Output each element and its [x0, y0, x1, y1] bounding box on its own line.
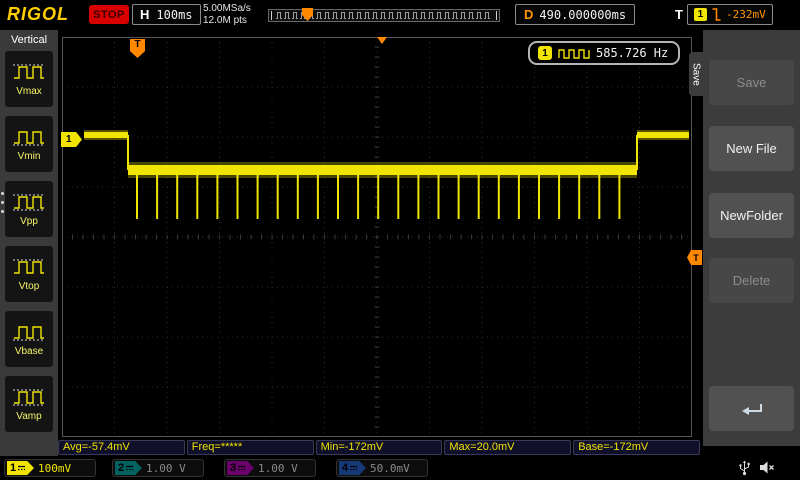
oscilloscope-screen: RIGOL STOP H 100ms 5.00MSa/s 12.0M pts D…: [0, 0, 800, 480]
top-status-bar: RIGOL STOP H 100ms 5.00MSa/s 12.0M pts D…: [0, 0, 800, 30]
channel1-badge: 1: [7, 461, 34, 475]
delay-readout: D 490.000000ms: [515, 4, 636, 25]
channel2-badge: 2: [115, 461, 142, 475]
trigger-info-box: 1 -232mV: [686, 4, 773, 25]
sidebar-item-vmin[interactable]: Vmin: [5, 116, 53, 172]
h-label: H: [140, 7, 150, 22]
waveform-display: [62, 37, 692, 437]
horizontal-position-scrollbar[interactable]: [268, 8, 500, 23]
dc-coupling-icon: [18, 465, 26, 471]
vtop-icon: [13, 259, 45, 274]
memory-depth: 12.0M pts: [203, 15, 247, 26]
trigger-readout: T 1 -232mV: [675, 4, 773, 25]
channel4-badge: 4: [339, 461, 366, 475]
freq-counter-value: 585.726 Hz: [596, 46, 669, 60]
measurement-max: Max=20.0mV: [444, 440, 572, 455]
rigol-logo: RIGOL: [7, 4, 69, 24]
vamp-icon: [13, 389, 45, 406]
measurement-min: Min=-172mV: [315, 440, 443, 455]
measurement-avg: Avg=-57.4mV: [58, 440, 185, 455]
sidebar-item-vpp[interactable]: Vpp: [5, 181, 53, 237]
run-state-badge: STOP: [89, 5, 129, 24]
sidebar-item-vamp[interactable]: Vamp: [5, 376, 53, 432]
usb-icon: [739, 460, 750, 476]
measurement-freq: Freq=*****: [186, 440, 314, 455]
trigger-source-badge: 1: [693, 8, 707, 21]
delay-value: 490.000000ms: [539, 7, 627, 22]
return-button[interactable]: [709, 386, 794, 431]
sidebar-item-label: Vamp: [16, 411, 42, 422]
delay-label: D: [524, 7, 534, 22]
new-folder-button[interactable]: NewFolder: [709, 193, 794, 238]
sidebar-item-vtop[interactable]: Vtop: [5, 246, 53, 302]
sidebar-item-vmax[interactable]: Vmax: [5, 51, 53, 107]
menu-tab-save: Save: [689, 52, 703, 96]
channel3-status[interactable]: 3 1.00 V: [224, 459, 316, 477]
channel-status-bar: 1 100mV 2 1.00 V 3 1.00 V 4 50.0mV: [0, 456, 800, 480]
channel3-badge: 3: [227, 461, 254, 475]
delete-button[interactable]: Delete: [709, 258, 794, 303]
horizontal-settings: H 100ms: [132, 4, 201, 25]
channel1-scale: 100mV: [38, 461, 72, 475]
speaker-mute-icon: [760, 461, 774, 474]
frequency-counter: 1 585.726 Hz: [528, 41, 680, 65]
measurement-results-bar: Avg=-57.4mV Freq=***** Min=-172mV Max=20…: [58, 440, 700, 455]
horizontal-center-marker: [377, 37, 387, 44]
return-icon: [741, 403, 762, 415]
channel2-status[interactable]: 2 1.00 V: [112, 459, 204, 477]
trigger-level-value: -232mV: [725, 8, 766, 21]
measurement-base: Base=-172mV: [573, 440, 700, 455]
vpp-icon: [13, 194, 45, 211]
channel4-status[interactable]: 4 50.0mV: [336, 459, 428, 477]
softkey-menu-panel: Save New File NewFolder Delete: [703, 30, 800, 446]
sidebar-item-label: Vmin: [17, 151, 41, 162]
new-file-button[interactable]: New File: [709, 126, 794, 171]
vmax-icon: [13, 64, 45, 79]
vmin-icon: [13, 131, 45, 146]
sidebar-item-label: Vbase: [14, 346, 44, 357]
vertical-measure-sidebar: Vertical Vmax Vmin Vpp Vtop Vbase Vamp: [0, 30, 58, 456]
waveform-overview-icon: [268, 8, 500, 22]
freq-counter-channel-badge: 1: [538, 46, 552, 60]
channel1-status[interactable]: 1 100mV: [4, 459, 96, 477]
dc-coupling-icon: [350, 465, 358, 471]
trigger-label: T: [675, 7, 683, 22]
acquisition-info: 5.00MSa/s 12.0M pts: [203, 3, 251, 27]
sidebar-item-label: Vmax: [16, 86, 42, 97]
channel4-scale: 50.0mV: [370, 461, 410, 475]
sample-rate: 5.00MSa/s: [203, 3, 251, 14]
channel2-scale: 1.00 V: [146, 461, 186, 475]
menu-scroll-indicator: [1, 192, 4, 213]
save-button[interactable]: Save: [709, 60, 794, 105]
sidebar-item-vbase[interactable]: Vbase: [5, 311, 53, 367]
timebase-value: 100ms: [156, 7, 193, 22]
vbase-icon: [13, 326, 45, 341]
dc-coupling-icon: [238, 465, 246, 471]
trigger-slope-icon: [712, 8, 721, 21]
pulse-train-icon: [558, 48, 590, 59]
dc-coupling-icon: [126, 465, 134, 471]
channel3-scale: 1.00 V: [258, 461, 298, 475]
sidebar-item-label: Vpp: [20, 216, 38, 227]
sidebar-title: Vertical: [10, 34, 48, 46]
sidebar-item-label: Vtop: [18, 281, 40, 292]
